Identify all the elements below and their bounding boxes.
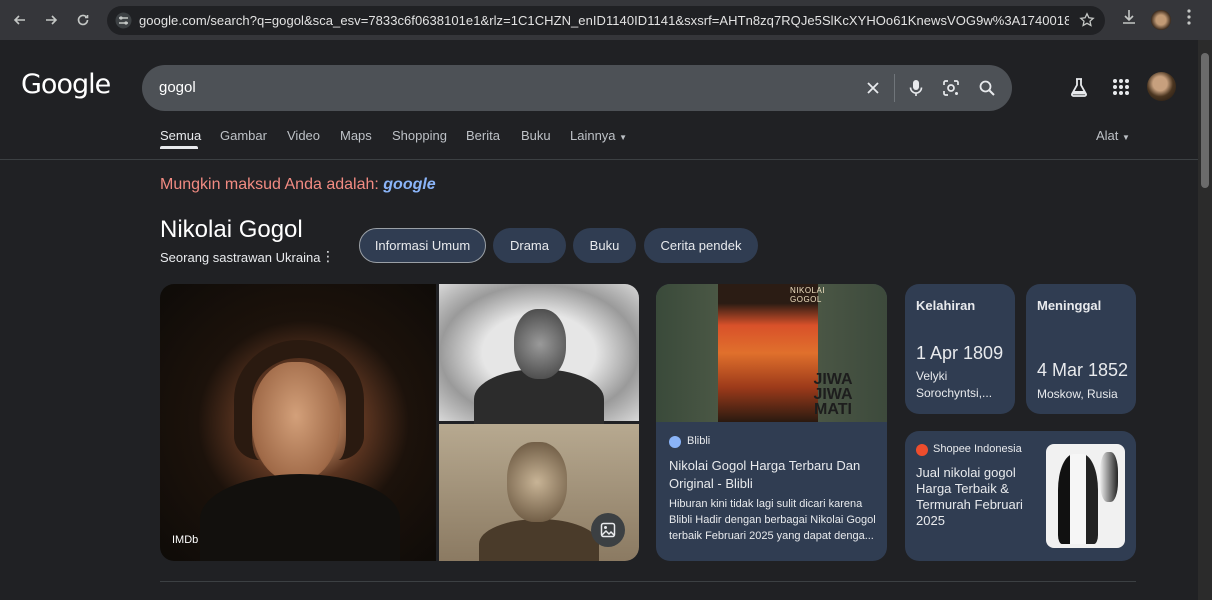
shopping-card-shopee[interactable]: Shopee Indonesia Jual nikolai gogol Harg… [905, 431, 1136, 561]
did-you-mean: Mungkin maksud Anda adalah: google [160, 176, 436, 194]
tab-books[interactable]: Buku [521, 128, 551, 143]
fact-card-died[interactable]: Meninggal 4 Mar 1852 Moskow, Rusia [1026, 284, 1136, 414]
url-text: google.com/search?q=gogol&sca_esv=7833c6… [139, 13, 1069, 28]
image-source-label: IMDb [172, 534, 199, 546]
portrait-coat [200, 474, 400, 561]
address-bar[interactable]: google.com/search?q=gogol&sca_esv=7833c6… [107, 6, 1105, 35]
did-you-mean-link[interactable]: google [383, 176, 435, 193]
sepia-coat [479, 519, 599, 561]
image-collage[interactable]: IMDb [160, 284, 639, 561]
search-divider [894, 74, 895, 102]
caret-down-icon: ▼ [1122, 133, 1130, 142]
sepia-head [507, 442, 567, 522]
download-icon[interactable] [1120, 8, 1138, 31]
bookmark-star-icon[interactable] [1079, 12, 1095, 33]
born-label: Kelahiran [916, 298, 976, 313]
clear-icon[interactable] [862, 77, 884, 99]
tab-more-label: Lainnya [570, 128, 616, 143]
search-results-page: Google gogol Semua Gambar Video Maps Sho… [0, 40, 1198, 600]
site-info-icon[interactable] [115, 12, 132, 29]
blibli-title[interactable]: Nikolai Gogol Harga Terbaru Dan Original… [669, 457, 874, 493]
engraving-head [514, 309, 566, 379]
caret-down-icon: ▼ [619, 133, 628, 142]
book-image: NIKOLAI GOGOL JIWA JIWA MATI [656, 284, 887, 422]
portrait-face [252, 362, 340, 482]
did-you-mean-prefix: Mungkin maksud Anda adalah: [160, 176, 379, 193]
scrollbar-thumb[interactable] [1201, 53, 1209, 188]
shopee-product-image [1046, 444, 1125, 548]
dress-figure [1058, 454, 1098, 544]
blibli-snippet: Hiburan kini tidak lagi sulit dicari kar… [669, 498, 876, 542]
portrait-engraving-image[interactable] [439, 284, 639, 429]
header-divider [0, 159, 1198, 160]
microphone-icon[interactable] [905, 77, 927, 99]
portrait-main-image[interactable]: IMDb [160, 284, 436, 561]
died-date: 4 Mar 1852 [1037, 360, 1129, 380]
search-input[interactable]: gogol [159, 79, 196, 96]
dress-figure-small [1100, 452, 1118, 502]
more-vert-icon[interactable] [1186, 8, 1192, 31]
browser-toolbar: google.com/search?q=gogol&sca_esv=7833c6… [0, 0, 1212, 40]
reload-icon[interactable] [71, 8, 95, 32]
apps-grid-icon[interactable] [1112, 78, 1130, 101]
shopee-source: Shopee Indonesia [933, 443, 1022, 455]
page-scrollbar[interactable] [1198, 40, 1212, 600]
born-place: Velyki Sorochyntsi,... [916, 369, 993, 400]
tab-shopping[interactable]: Shopping [392, 128, 447, 143]
lens-icon[interactable] [940, 77, 962, 99]
blibli-favicon-icon [669, 436, 681, 448]
fact-card-born[interactable]: Kelahiran 1 Apr 1809 Velyki Sorochyntsi,… [905, 284, 1015, 414]
born-date: 1 Apr 1809 [916, 343, 1004, 363]
search-icon[interactable] [976, 77, 998, 99]
labs-flask-icon[interactable] [1068, 76, 1090, 103]
shopee-title[interactable]: Jual nikolai gogol Harga Terbaik & Termu… [916, 465, 1036, 529]
profile-avatar-icon[interactable] [1151, 10, 1171, 30]
tab-videos[interactable]: Video [287, 128, 320, 143]
chip-drama[interactable]: Drama [493, 228, 566, 263]
tab-all[interactable]: Semua [160, 128, 201, 143]
died-label: Meninggal [1037, 298, 1102, 313]
book-cover: NIKOLAI GOGOL JIWA JIWA MATI [718, 284, 853, 422]
section-divider [160, 581, 1136, 582]
google-logo[interactable]: Google [21, 69, 111, 100]
book-title: JIWA JIWA MATI [813, 371, 853, 418]
entity-title: Nikolai Gogol [160, 216, 303, 243]
blibli-source: Blibli [687, 435, 711, 447]
chip-books[interactable]: Buku [573, 228, 636, 263]
shopee-favicon-icon [916, 444, 928, 456]
back-icon[interactable] [8, 8, 32, 32]
died-place: Moskow, Rusia [1037, 387, 1118, 401]
tools-button[interactable]: Alat ▼ [1096, 128, 1130, 143]
more-images-icon[interactable] [591, 513, 625, 547]
active-tab-indicator [160, 146, 198, 149]
search-box[interactable]: gogol [142, 65, 1012, 111]
shopping-card-blibli[interactable]: NIKOLAI GOGOL JIWA JIWA MATI Blibli Niko… [656, 284, 887, 561]
tab-news[interactable]: Berita [466, 128, 500, 143]
tab-images[interactable]: Gambar [220, 128, 267, 143]
book-author: NIKOLAI GOGOL [790, 286, 826, 304]
forward-icon[interactable] [39, 8, 63, 32]
chip-short-stories[interactable]: Cerita pendek [644, 228, 758, 263]
account-avatar[interactable] [1147, 72, 1176, 101]
tab-maps[interactable]: Maps [340, 128, 372, 143]
chip-general-info[interactable]: Informasi Umum [359, 228, 486, 263]
tools-label: Alat [1096, 128, 1119, 143]
tab-more[interactable]: Lainnya ▼ [570, 128, 627, 143]
entity-subtitle: Seorang sastrawan Ukraina [160, 250, 321, 265]
more-options-icon[interactable]: ⋮ [321, 248, 335, 265]
